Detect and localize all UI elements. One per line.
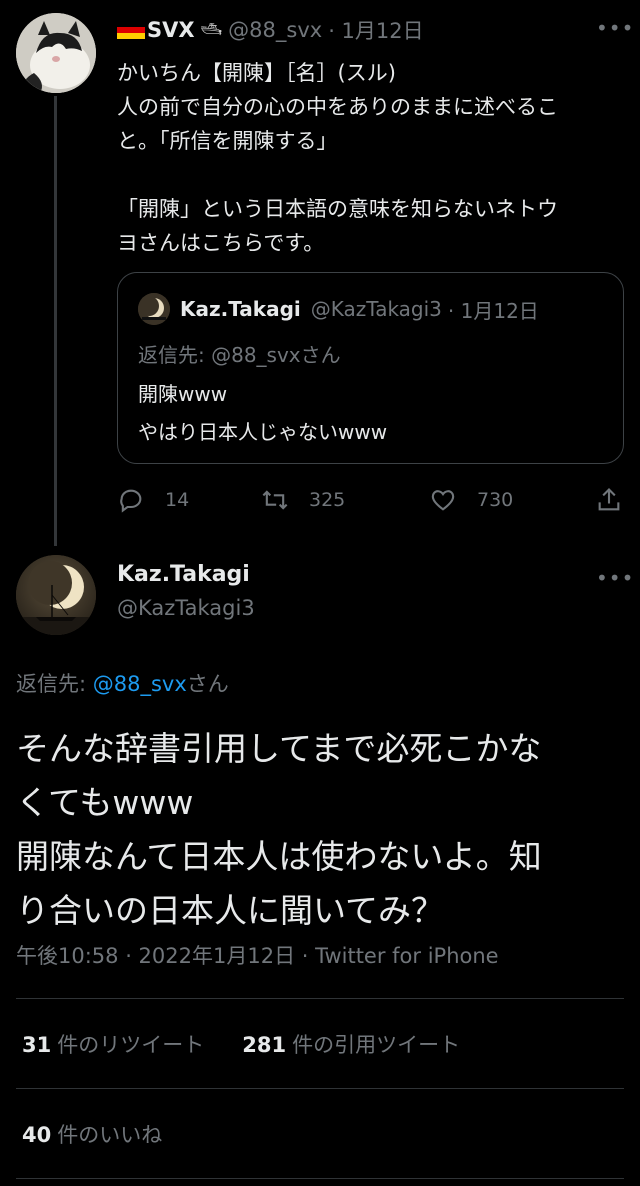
quotes-label: 件の引用ツイート <box>292 1033 461 1057</box>
timestamp[interactable]: · 1月12日 <box>328 15 423 45</box>
quotes-count: 281 <box>242 1033 287 1057</box>
handle[interactable]: @KazTakagi3 <box>117 596 255 620</box>
like-count: 730 <box>477 489 514 511</box>
tweet-line: と。「所信を開陳する」 <box>117 129 338 153</box>
moon-avatar-image <box>138 293 170 325</box>
display-name[interactable]: Kaz.Takagi <box>117 562 250 587</box>
tweet-line: くてもwww <box>16 783 194 822</box>
boat-emoji: 🛥 <box>200 20 223 40</box>
reply-suffix: さん <box>186 672 229 696</box>
share-button[interactable] <box>595 480 640 520</box>
engagement-stats: 31 件のリツイート 281 件の引用ツイート <box>22 1024 460 1064</box>
avatar[interactable] <box>16 13 96 93</box>
tweet-line: 開陳なんて日本人は使わないよ。知 <box>16 837 542 876</box>
tweet-line: 「開陳」という日本語の意味を知らないネトウ <box>117 197 558 221</box>
parent-tweet-header: SVX 🛥 @88_svx · 1月12日 <box>117 14 424 46</box>
reply-handle-link[interactable]: @88_svx <box>93 672 187 696</box>
divider <box>16 1178 624 1179</box>
more-options-icon[interactable]: ••• <box>596 16 634 40</box>
likes-stats: 40 件のいいね <box>22 1114 162 1154</box>
tweet-line <box>117 158 617 192</box>
likes-label: 件のいいね <box>57 1123 163 1147</box>
reply-button[interactable]: 14 <box>117 480 189 520</box>
likes-count: 40 <box>22 1123 52 1147</box>
cat-avatar-image <box>16 13 96 93</box>
retweet-button[interactable]: 325 <box>261 480 345 520</box>
tweet-line: かいちん【開陳】［名］(スル) <box>117 61 396 85</box>
main-avatar[interactable] <box>16 555 96 635</box>
retweets-stat[interactable]: 31 件のリツイート <box>22 1029 204 1059</box>
tweet-line: 人の前で自分の心の中をありのままに述べるこ <box>117 95 558 119</box>
more-options-icon[interactable]: ••• <box>596 566 634 590</box>
quote-handle: @KazTakagi3 <box>310 297 442 321</box>
reply-to: 返信先: @88_svxさん <box>16 668 229 698</box>
quote-avatar <box>138 293 170 325</box>
tweet-text: そんな辞書引用してまで必死こかな くてもwww 開陳なんて日本人は使わないよ。知… <box>16 722 626 938</box>
tweet-actions: 14 325 730 <box>117 480 627 520</box>
handle[interactable]: @88_svx <box>228 18 322 42</box>
retweet-count: 325 <box>309 489 346 511</box>
quotes-stat[interactable]: 281 件の引用ツイート <box>242 1029 460 1059</box>
share-icon <box>598 488 620 511</box>
quoted-tweet[interactable]: Kaz.Takagi @KazTakagi3 · 1月12日 返信先: @88_… <box>117 272 624 464</box>
heart-icon <box>431 490 455 511</box>
quote-line: 開陳www <box>138 382 228 406</box>
quote-text: 開陳www やはり日本人じゃないwww <box>138 375 387 451</box>
like-button[interactable]: 730 <box>429 480 513 520</box>
tweet-text: かいちん【開陳】［名］(スル) 人の前で自分の心の中をありのままに述べるこ と。… <box>117 56 617 260</box>
quote-timestamp: · 1月12日 <box>447 298 539 323</box>
tweet-line: ヨさんはこちらです。 <box>117 231 325 255</box>
reply-icon <box>120 489 142 513</box>
reply-count: 14 <box>165 489 190 511</box>
tweet-line: り合いの日本人に聞いてみ？ <box>16 891 445 930</box>
display-name[interactable]: SVX <box>147 18 195 42</box>
germany-flag-icon <box>117 21 145 39</box>
retweets-count: 31 <box>22 1033 52 1057</box>
quote-display-name: Kaz.Takagi <box>180 297 301 321</box>
thread-line <box>54 96 57 546</box>
quote-line: やはり日本人じゃないwww <box>138 420 388 444</box>
reply-prefix: 返信先: <box>16 672 93 696</box>
tweet-meta[interactable]: 午後10:58 · 2022年1月12日 · Twitter for iPhon… <box>16 940 499 970</box>
retweets-label: 件のリツイート <box>57 1033 205 1057</box>
parent-tweet[interactable]: SVX 🛥 @88_svx · 1月12日 ••• かいちん【開陳】［名］(スル… <box>0 0 640 546</box>
quote-header: Kaz.Takagi @KazTakagi3 · 1月12日 <box>180 293 539 325</box>
divider <box>16 998 624 999</box>
likes-stat[interactable]: 40 件のいいね <box>22 1119 162 1149</box>
moon-avatar-image <box>16 555 96 635</box>
tweet-line: そんな辞書引用してまで必死こかな <box>16 729 542 768</box>
divider <box>16 1088 624 1089</box>
quote-reply-to: 返信先: @88_svxさん <box>138 343 341 367</box>
retweet-icon <box>262 490 288 510</box>
